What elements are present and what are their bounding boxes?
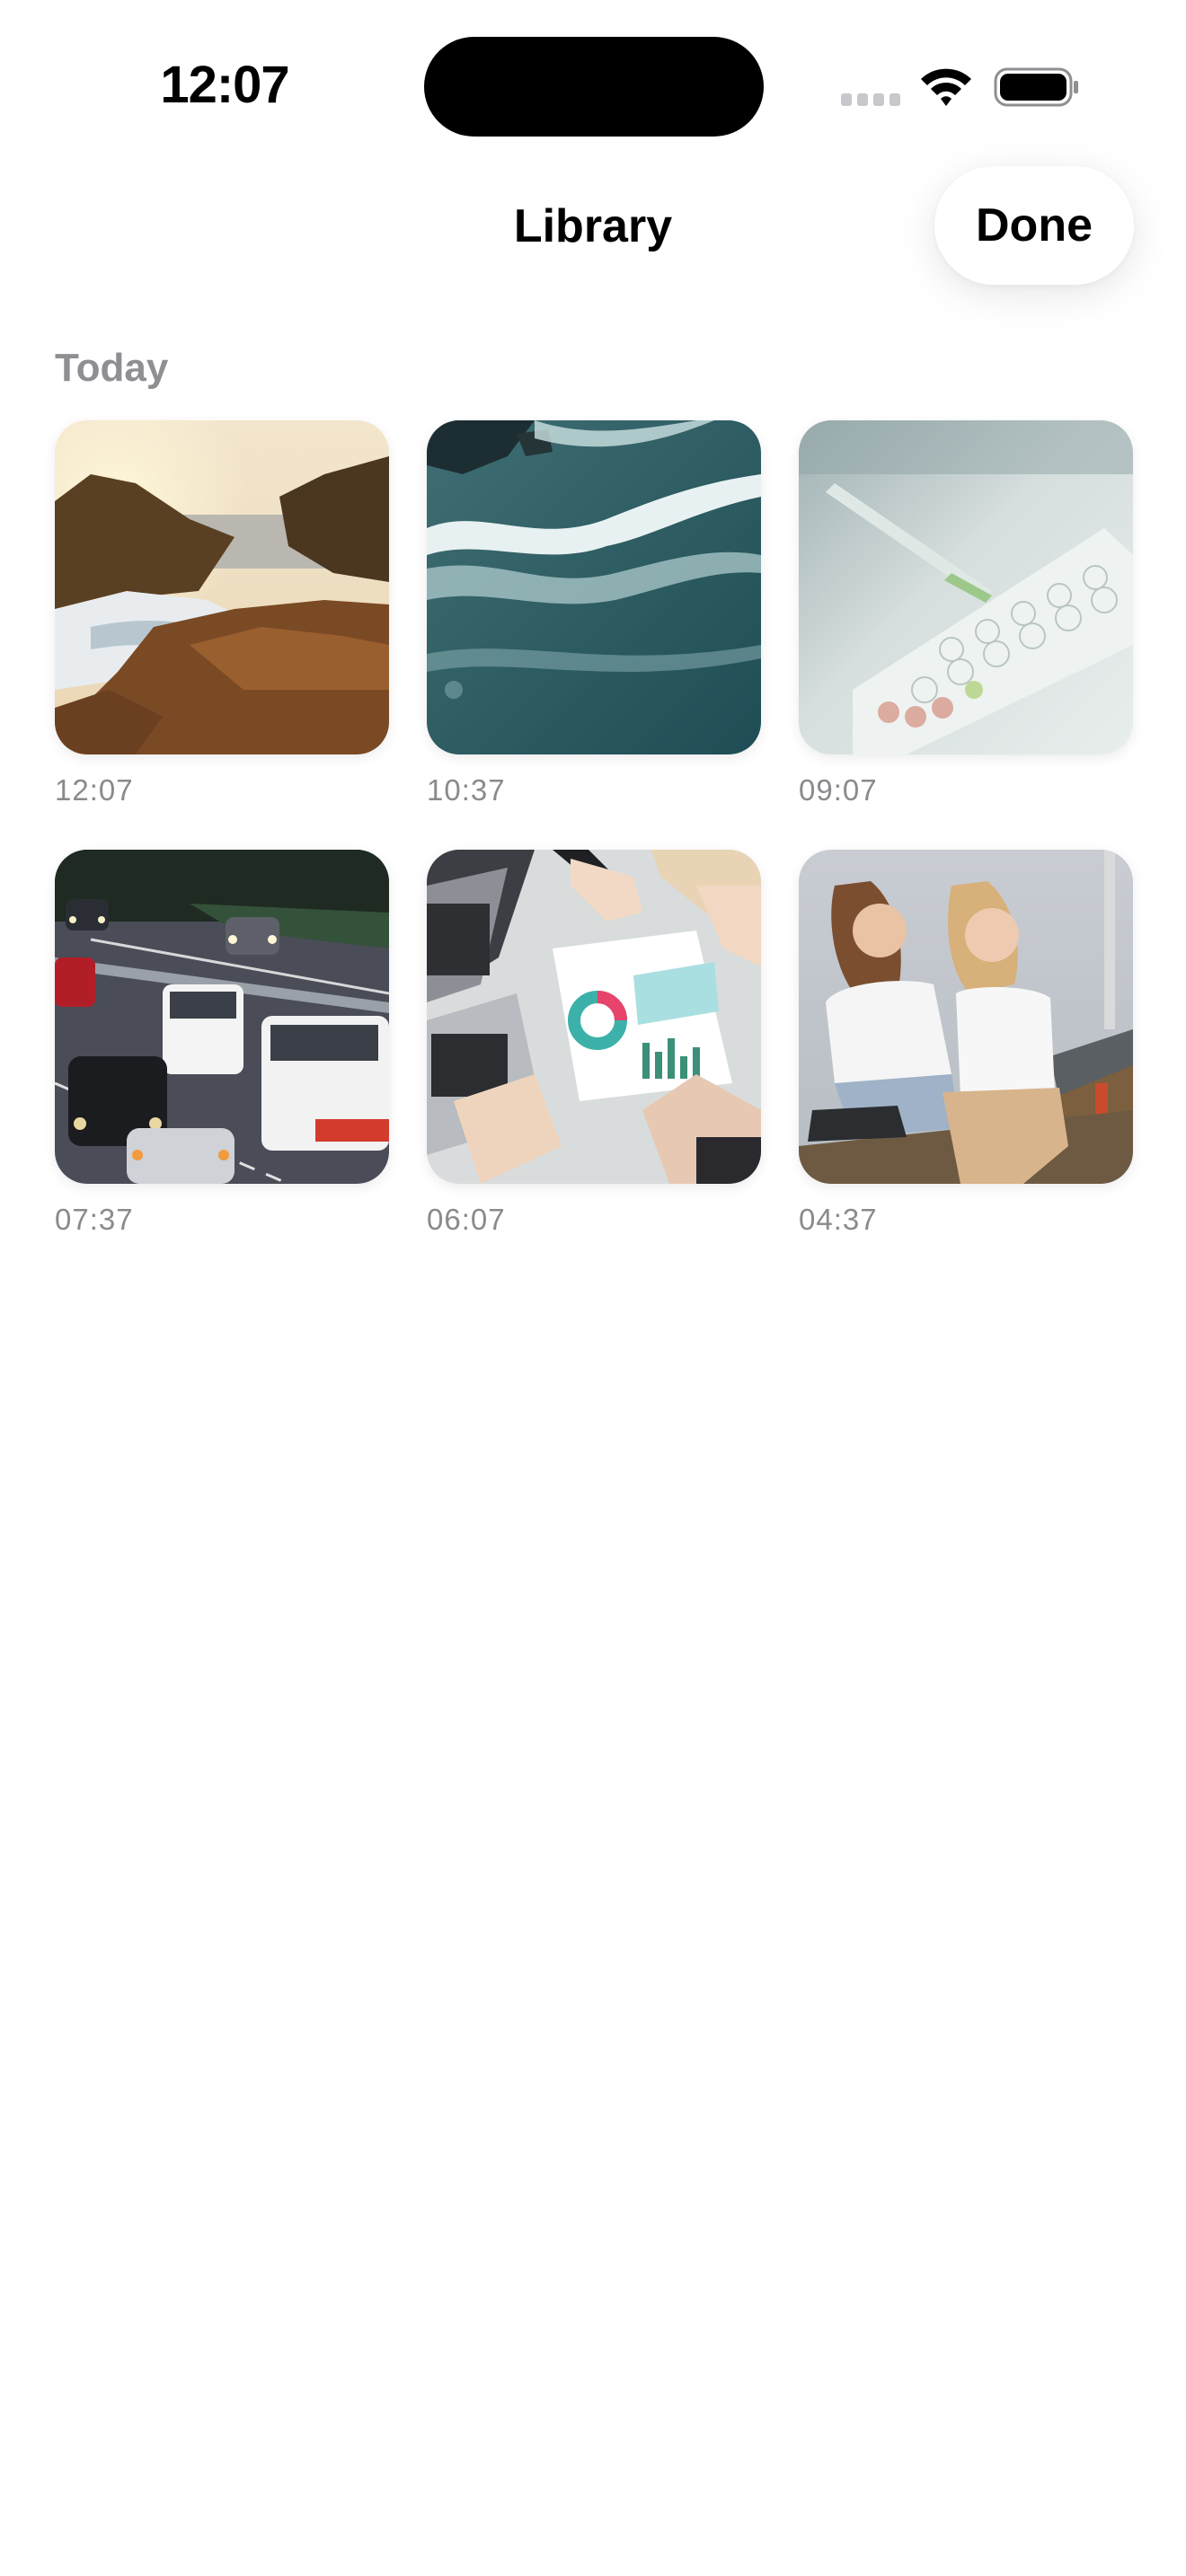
media-item[interactable]: 04:37 — [799, 850, 1133, 1254]
media-item-time: 06:07 — [427, 1203, 506, 1236]
section-header-today: Today — [55, 346, 169, 390]
media-thumbnail[interactable] — [799, 420, 1133, 754]
media-item[interactable]: 12:07 — [55, 420, 389, 825]
media-item-time: 10:37 — [427, 773, 506, 807]
page-title: Library — [513, 200, 673, 252]
media-item[interactable]: 10:37 — [427, 420, 761, 825]
media-grid: 12:07 10:37 09:07 07:37 06:07 04:37 — [55, 420, 1133, 1254]
battery-icon — [994, 66, 1080, 108]
media-thumbnail[interactable] — [55, 420, 389, 754]
media-item[interactable]: 07:37 — [55, 850, 389, 1254]
cellular-signal-icon — [841, 93, 902, 106]
status-bar-time: 12:07 — [160, 56, 289, 114]
media-item-time: 04:37 — [799, 1203, 878, 1236]
media-thumbnail[interactable] — [799, 850, 1133, 1184]
media-item-time: 07:37 — [55, 1203, 134, 1236]
media-thumbnail[interactable] — [55, 850, 389, 1184]
dynamic-island — [424, 37, 764, 137]
media-item-time: 09:07 — [799, 773, 878, 807]
media-thumbnail[interactable] — [427, 420, 761, 754]
wifi-icon — [918, 65, 974, 108]
media-item-time: 12:07 — [55, 773, 134, 807]
media-item[interactable]: 06:07 — [427, 850, 761, 1254]
done-button[interactable]: Done — [934, 166, 1134, 285]
media-item[interactable]: 09:07 — [799, 420, 1133, 825]
media-thumbnail[interactable] — [427, 850, 761, 1184]
